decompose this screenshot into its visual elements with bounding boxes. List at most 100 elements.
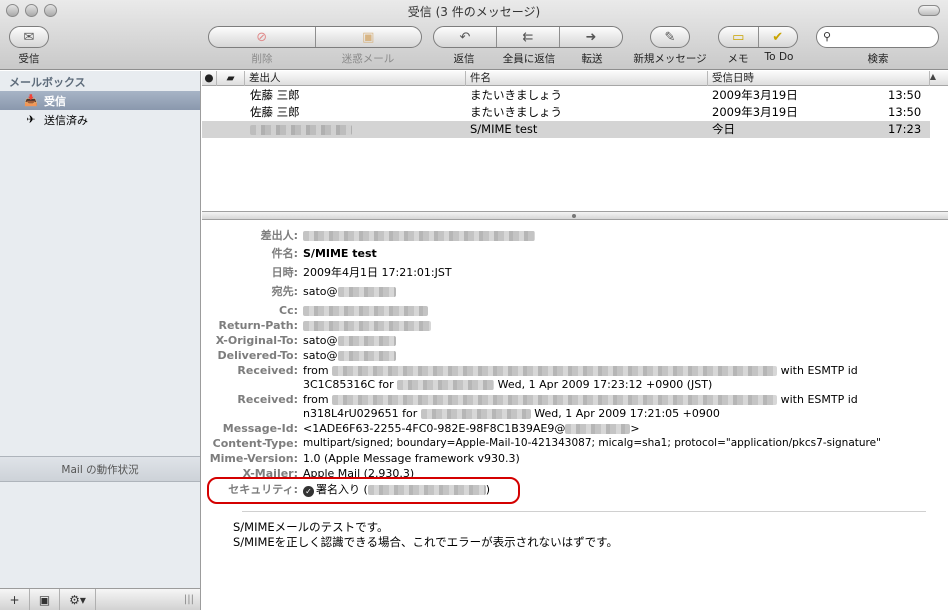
body-line: S/MIMEを正しく認識できる場合、これでエラーが表示されないはずです。 <box>233 535 618 549</box>
table-row[interactable]: 佐藤 三郎 またいきましょう 2009年3月19日 13:50 <box>202 87 930 104</box>
toolbar: 受信 (3 件のメッセージ) ✉ 受信 ⊘ ▣ 削除 迷惑メール ↶ ⇇ ➜ 返… <box>0 0 948 70</box>
header-received-1: Received: from with ESMTP id <box>202 363 948 378</box>
delete-junk-group: ⊘ ▣ <box>208 26 422 48</box>
junk-label: 迷惑メール <box>341 53 395 65</box>
header-key: 差出人: <box>260 229 298 242</box>
delete-button[interactable]: ⊘ <box>209 27 316 47</box>
header-key: Content-Type: <box>212 437 298 450</box>
header-x-mailer: X-Mailer: Apple Mail (2.930.3) <box>202 466 948 477</box>
row-time: 17:23 <box>888 122 922 136</box>
todo-button[interactable]: ✔ <box>759 27 798 47</box>
list-header: ● ▰ 差出人 件名 受信日時 ▲ <box>202 71 948 86</box>
sidebar-item-inbox[interactable]: 📥 受信 <box>0 91 200 110</box>
header-cc: Cc: <box>202 303 948 318</box>
sidebar-item-label: 送信済み <box>44 113 88 127</box>
table-row[interactable]: 佐藤 三郎 またいきましょう 2009年3月19日 13:50 <box>202 104 930 121</box>
header-message-id: Message-Id: <1ADE6F63-2255-4FC0-982E-98F… <box>202 421 948 436</box>
get-mail-button[interactable]: ✉ <box>9 26 49 48</box>
note-todo-group: ▭ ✔ <box>718 26 798 48</box>
header-value[interactable]: ✓ 署名入り () <box>303 482 490 497</box>
header-subject: 件名: S/MIME test <box>202 246 948 261</box>
activity-icon: ▣ <box>38 592 51 607</box>
note-label: メモ <box>727 53 749 65</box>
todo-check-icon: ✔ <box>772 29 784 45</box>
header-received-2-cont: n318L4rU029651 for Wed, 1 Apr 2009 17:21… <box>202 406 948 421</box>
header-key: 日時: <box>271 266 298 279</box>
row-time: 13:50 <box>888 105 922 119</box>
window-title: 受信 (3 件のメッセージ) <box>407 5 541 19</box>
junk-button[interactable]: ▣ <box>316 27 422 47</box>
header-value: 3C1C85316C for Wed, 1 Apr 2009 17:23:12 … <box>303 378 713 391</box>
header-body-divider <box>242 511 926 512</box>
row-from: 佐藤 三郎 <box>250 88 300 102</box>
gear-icon: ⚙▾ <box>69 592 86 607</box>
header-content-type: Content-Type: multipart/signed; boundary… <box>202 436 948 451</box>
subject-column-header[interactable]: 件名 <box>466 71 708 86</box>
header-value: sato@ <box>303 333 396 348</box>
header-key: セキュリティ: <box>228 483 298 496</box>
header-key: Received: <box>237 364 298 377</box>
forward-icon: ➜ <box>585 29 597 45</box>
header-key: Message-Id: <box>222 422 298 435</box>
header-key: Delivered-To: <box>217 349 298 362</box>
signed-check-icon: ✓ <box>303 486 314 497</box>
add-mailbox-button[interactable]: + <box>0 588 30 610</box>
header-value: 2009年4月1日 17:21:01:JST <box>303 266 452 279</box>
header-key: Mime-Version: <box>209 452 298 465</box>
plus-icon: + <box>9 592 20 607</box>
reply-icon: ↶ <box>459 29 471 45</box>
header-security: セキュリティ: ✓ 署名入り () <box>202 482 948 497</box>
reply-all-icon: ⇇ <box>522 29 534 45</box>
mail-activity-header[interactable]: Mail の動作状況 <box>0 456 200 482</box>
sidebar-item-label: 受信 <box>44 94 66 108</box>
message-body: S/MIMEメールのテストです。 S/MIMEを正しく認識できる場合、これでエラ… <box>233 520 618 550</box>
header-value: S/MIME test <box>303 247 377 260</box>
show-activity-button[interactable]: ▣ <box>30 588 60 610</box>
header-value: Apple Mail (2.930.3) <box>303 467 415 477</box>
reply-button[interactable]: ↶ <box>434 27 497 47</box>
message-viewer: 差出人: 件名: S/MIME test 日時: 2009年4月1日 17:21… <box>202 221 948 610</box>
action-menu-button[interactable]: ⚙▾ <box>60 588 96 610</box>
header-key: Cc: <box>279 304 298 317</box>
header-received-2: Received: from with ESMTP id <box>202 392 948 407</box>
reply-all-label: 全員に返信 <box>502 53 556 65</box>
speech-bubble-icon: ▰ <box>226 72 235 84</box>
row-date: 2009年3月19日 <box>712 105 798 119</box>
date-column-header[interactable]: 受信日時 <box>708 71 930 86</box>
header-value: <1ADE6F63-2255-4FC0-982E-98F8C1B39AE9@ > <box>303 422 640 435</box>
mailboxes-heading: メールボックス <box>9 76 86 89</box>
inbox-icon: 📥 <box>24 94 38 107</box>
header-value: n318L4rU029651 for Wed, 1 Apr 2009 17:21… <box>303 407 720 420</box>
new-message-button[interactable]: ✎ <box>650 26 690 48</box>
sidebar-bottom-bar: + ▣ ⚙▾ ||| <box>0 588 200 610</box>
row-from-redacted <box>250 121 352 138</box>
replied-column-header[interactable]: ▰ <box>217 71 245 86</box>
header-value-redacted <box>303 303 428 318</box>
mailbox-sidebar: メールボックス 📥 受信 ✈ 送信済み Mail の動作状況 + ▣ ⚙▾ ||… <box>0 71 201 610</box>
from-column-header[interactable]: 差出人 <box>245 71 466 86</box>
row-date: 2009年3月19日 <box>712 88 798 102</box>
pane-splitter[interactable] <box>202 211 948 220</box>
resize-grip-icon[interactable]: ||| <box>184 594 194 605</box>
header-key: Received: <box>237 393 298 406</box>
header-key: Return-Path: <box>218 319 298 332</box>
get-mail-label: 受信 <box>18 53 40 65</box>
todo-label: To Do <box>764 51 794 63</box>
row-date: 今日 <box>712 122 735 136</box>
header-value-redacted <box>303 318 431 333</box>
header-value: from with ESMTP id <box>303 393 858 406</box>
header-mime-version: Mime-Version: 1.0 (Apple Message framewo… <box>202 451 948 466</box>
header-to: 宛先: sato@ <box>202 284 948 299</box>
sent-icon: ✈ <box>26 113 36 126</box>
reply-all-button[interactable]: ⇇ <box>497 27 560 47</box>
forward-button[interactable]: ➜ <box>560 27 622 47</box>
search-input[interactable]: ⚲ <box>816 26 939 48</box>
note-button[interactable]: ▭ <box>719 27 759 47</box>
row-subject: S/MIME test <box>470 122 538 136</box>
toolbar-toggle-button[interactable] <box>918 5 940 16</box>
table-row-selected[interactable]: S/MIME test 今日 17:23 <box>202 121 930 138</box>
unread-column-header[interactable]: ● <box>202 71 217 86</box>
sidebar-item-sent[interactable]: ✈ 送信済み <box>0 110 200 129</box>
header-key: 件名: <box>271 247 298 260</box>
header-value: 1.0 (Apple Message framework v930.3) <box>303 452 520 465</box>
